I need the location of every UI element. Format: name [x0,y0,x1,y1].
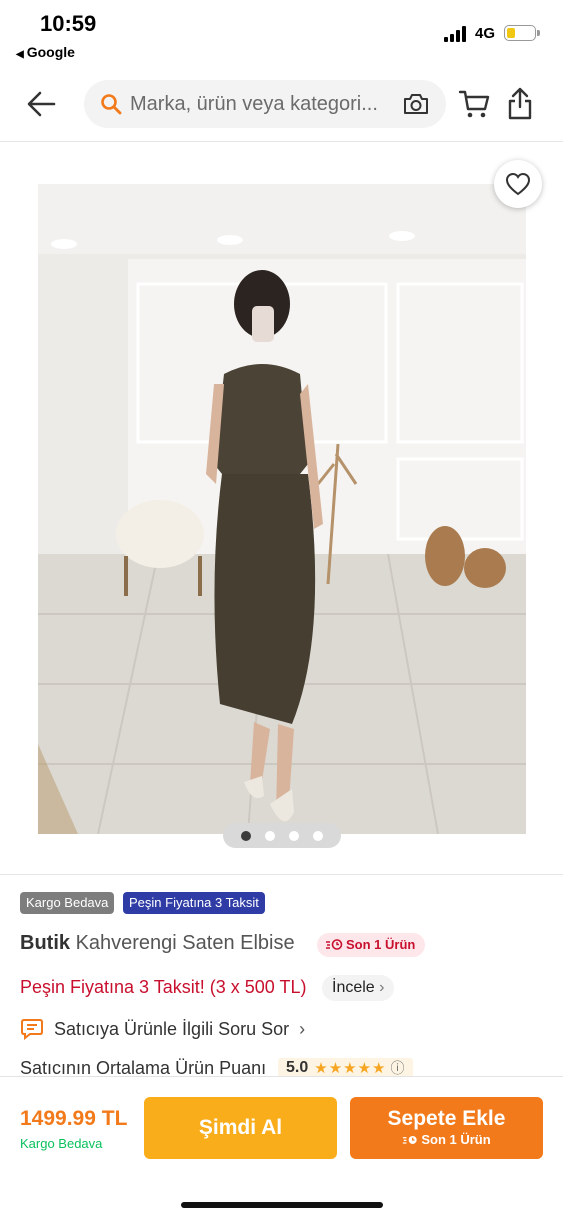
favorite-button[interactable] [494,160,542,208]
product-title: Butik Kahverengi Saten Elbise [20,932,295,955]
incele-label: İncele [332,979,375,996]
seller-question-link[interactable]: Satıcıya Ürünle İlgili Soru Sor › [20,1016,305,1042]
product-name: Kahverengi Saten Elbise [75,932,295,954]
seller-rating-label: Satıcının Ortalama Ürün Puanı [20,1058,267,1076]
buy-now-button[interactable]: Şimdi Al [144,1097,337,1159]
product-photo-illustration [38,184,526,834]
free-shipping-badge: Kargo Bedava [20,892,115,914]
pagination-dot[interactable] [241,830,251,841]
seller-rating-score: 5.0 [286,1059,309,1076]
seller-rating-row[interactable]: Satıcının Ortalama Ürün Puanı 5.0 ★★★★★ … [20,1058,563,1076]
search-bar[interactable]: Marka, ürün veya kategori... [84,80,446,128]
add-to-cart-stock: Son 1 Ürün [402,1131,491,1149]
buy-now-label: Şimdi Al [198,1116,283,1139]
heart-outline-icon [505,172,531,196]
clock-fast-icon [326,939,343,950]
add-to-cart-button[interactable]: Sepete Ekle Son 1 Ürün [350,1097,543,1159]
installment-text: Peşin Fiyatına 3 Taksit! (3 x 500 TL) [20,977,307,997]
installment-details-button[interactable]: İncele › [322,975,395,1001]
search-icon [101,94,122,115]
add-to-cart-stock-label: Son 1 Ürün [421,1132,491,1147]
signal-icon [444,26,470,42]
clock: 10:59 [40,11,97,36]
stock-badge: Son 1 Ürün [317,933,426,957]
status-bar: 10:59 ◀ Google 4G [0,0,563,70]
search-input[interactable]: Marka, ürün veya kategori... [130,93,398,116]
add-to-cart-label: Sepete Ekle [387,1107,506,1130]
product-image[interactable] [38,184,526,834]
camera-icon[interactable] [402,92,430,116]
pagination-dot[interactable] [313,830,323,841]
chevron-right-icon: › [299,1018,306,1039]
chat-bubble-icon [21,1019,43,1040]
cart-icon[interactable] [458,88,490,120]
pagination-dot[interactable] [289,830,299,841]
bottom-action-bar: 1499.99 TL Kargo Bedava Şimdi Al Sepete … [0,1076,563,1218]
clock-fast-icon [403,1135,417,1144]
battery-level [507,28,515,38]
seller-rating-pill: 5.0 ★★★★★ ⓘ [278,1058,413,1076]
share-icon[interactable] [506,86,534,120]
star-rating-icon: ★★★★★ [314,1060,387,1076]
pagination-dot[interactable] [265,830,275,841]
product-page: 10:59 ◀ Google 4G Marka, ürün veya katego… [0,0,563,1218]
back-to-app-link[interactable]: ◀ Google [16,44,75,60]
price: 1499.99 TL [20,1107,128,1130]
top-bar: Marka, ürün veya kategori... [0,70,563,142]
divider [0,874,563,875]
chevron-right-icon: › [379,979,385,996]
brand-name[interactable]: Butik [20,932,70,954]
stock-label: Son 1 Ürün [346,937,416,952]
battery-icon [504,25,540,41]
info-icon[interactable]: ⓘ [391,1058,405,1076]
installment-badge: Peşin Fiyatına 3 Taksit [123,892,265,914]
free-shipping-label: Kargo Bedava [20,1136,103,1151]
back-arrow-icon[interactable] [24,86,60,122]
home-indicator[interactable] [181,1202,383,1208]
seller-question-label: Satıcıya Ürünle İlgili Soru Sor [54,1018,290,1039]
back-app-label: Google [26,44,75,60]
image-pagination[interactable] [223,823,341,848]
back-triangle-icon: ◀ [16,49,24,60]
network-type: 4G [475,25,496,42]
